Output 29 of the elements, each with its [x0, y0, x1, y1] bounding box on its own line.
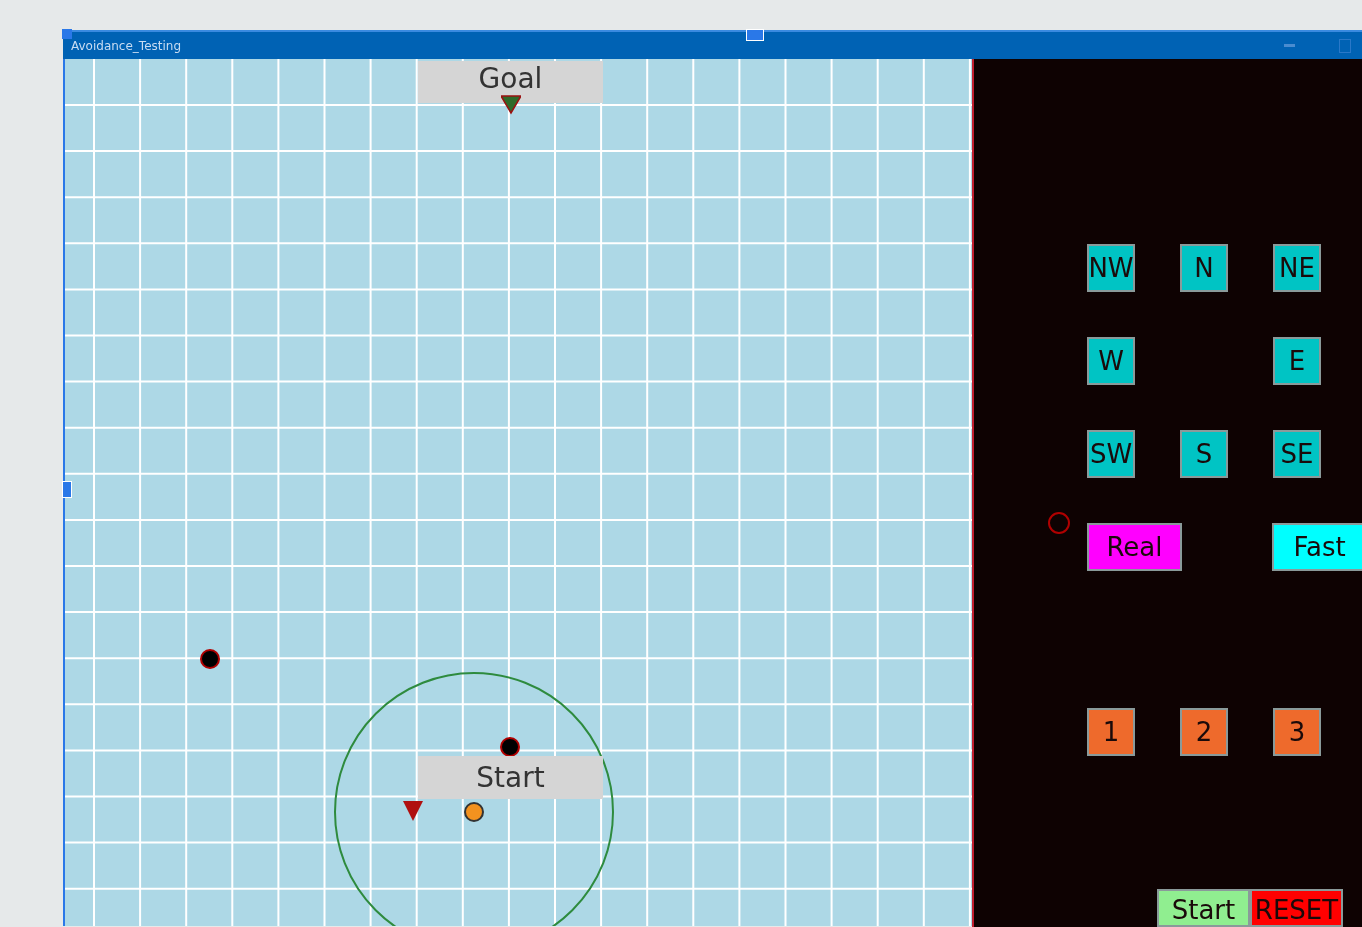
control-button[interactable]: Real	[1087, 523, 1182, 571]
obstacle-dot	[500, 737, 520, 757]
control-button[interactable]: 1	[1087, 708, 1135, 756]
control-button[interactable]: Fast	[1272, 523, 1362, 571]
control-button[interactable]: NW	[1087, 244, 1135, 292]
resize-handle[interactable]	[62, 29, 72, 39]
control-button[interactable]: SW	[1087, 430, 1135, 478]
control-button[interactable]: S	[1180, 430, 1228, 478]
control-button[interactable]: NE	[1273, 244, 1321, 292]
resize-handle[interactable]	[746, 29, 764, 41]
robot-dot	[464, 802, 484, 822]
start-label: Start	[418, 756, 603, 799]
control-button[interactable]: Start	[1157, 889, 1250, 927]
control-button[interactable]: W	[1087, 337, 1135, 385]
window-title: Avoidance_Testing	[71, 37, 182, 55]
control-button[interactable]: 3	[1273, 708, 1321, 756]
control-button[interactable]: N	[1180, 244, 1228, 292]
resize-handle[interactable]	[62, 481, 72, 498]
maximize-icon[interactable]	[1339, 38, 1351, 53]
control-button[interactable]: 2	[1180, 708, 1228, 756]
control-button[interactable]: RESET	[1250, 889, 1343, 927]
heading-triangle	[403, 801, 423, 821]
goal-label: Goal	[418, 61, 603, 103]
control-button[interactable]: SE	[1273, 430, 1321, 478]
ring-icon	[1048, 512, 1070, 534]
goal-triangle	[501, 95, 521, 115]
minimize-icon[interactable]	[1284, 44, 1295, 47]
obstacle-dot	[200, 649, 220, 669]
control-button[interactable]: E	[1273, 337, 1321, 385]
